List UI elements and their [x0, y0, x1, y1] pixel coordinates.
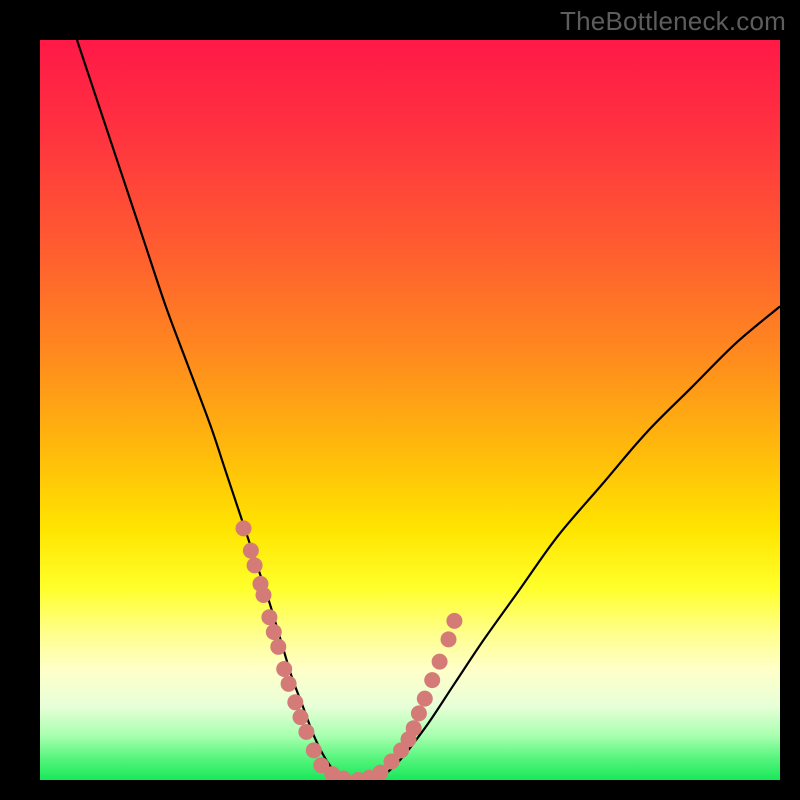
sample-dot	[266, 624, 282, 640]
sample-dot	[417, 691, 433, 707]
sample-dot	[432, 654, 448, 670]
chart-svg	[40, 40, 780, 780]
sample-dot	[281, 676, 297, 692]
sample-dots-group	[236, 520, 463, 780]
sample-dot	[261, 609, 277, 625]
sample-dot	[424, 672, 440, 688]
sample-dot	[256, 587, 272, 603]
sample-dot	[406, 720, 422, 736]
sample-dot	[287, 694, 303, 710]
watermark-text: TheBottleneck.com	[560, 6, 786, 37]
sample-dot	[247, 557, 263, 573]
sample-dot	[411, 705, 427, 721]
plot-area	[40, 40, 780, 780]
sample-dot	[276, 661, 292, 677]
sample-dot	[298, 724, 314, 740]
sample-dot	[293, 709, 309, 725]
sample-dot	[306, 742, 322, 758]
sample-dot	[446, 613, 462, 629]
sample-dot	[441, 631, 457, 647]
sample-dot	[243, 543, 259, 559]
sample-dot	[236, 520, 252, 536]
outer-frame: TheBottleneck.com	[0, 0, 800, 800]
bottleneck-curve-path	[77, 40, 780, 780]
sample-dot	[270, 639, 286, 655]
